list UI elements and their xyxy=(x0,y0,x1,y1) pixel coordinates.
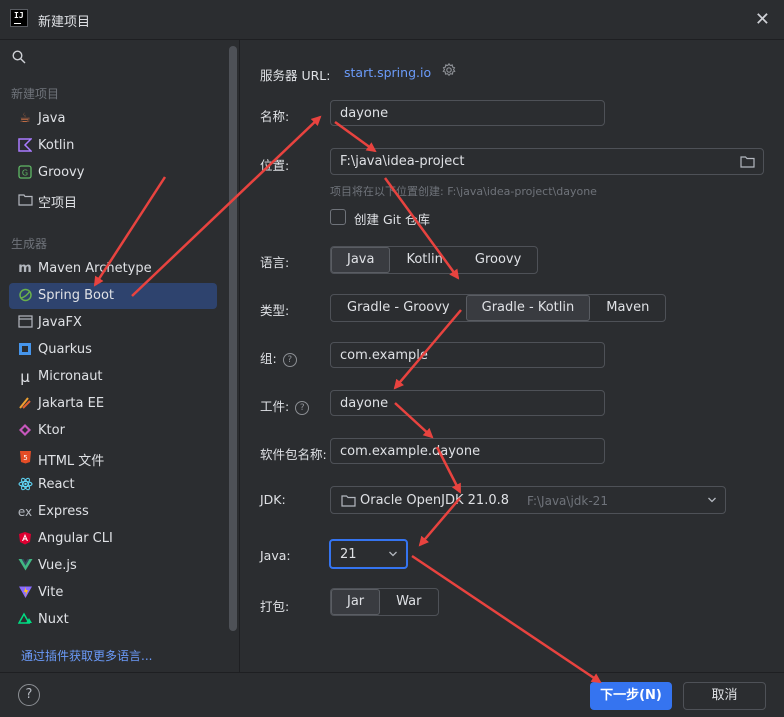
get-more-languages-link[interactable]: 通过插件获取更多语言... xyxy=(21,647,152,664)
location-value: F:\java\idea-project xyxy=(340,154,465,169)
name-input[interactable]: dayone xyxy=(330,100,605,126)
sidebar-item-quarkus[interactable]: Quarkus xyxy=(9,337,217,363)
java-version-value: 21 xyxy=(340,547,357,562)
empty-project-icon xyxy=(17,192,33,208)
location-hint: 项目将在以下位置创建: F:\java\idea-project\dayone xyxy=(330,185,597,198)
quarkus-icon xyxy=(17,342,33,358)
location-input[interactable]: F:\java\idea-project xyxy=(330,148,764,175)
nuxt-icon xyxy=(17,612,33,628)
type-label: 类型: xyxy=(260,303,290,318)
svg-text:5: 5 xyxy=(23,454,27,462)
packaging-segmented: Jar War xyxy=(330,588,439,616)
sidebar-item-vuejs[interactable]: Vue.js xyxy=(9,553,217,579)
sidebar-item-javafx[interactable]: JavaFX xyxy=(9,310,217,336)
search-icon[interactable] xyxy=(12,50,26,64)
sidebar-item-jakarta-ee[interactable]: Jakarta EE xyxy=(9,391,217,417)
sidebar-item-maven-archetype[interactable]: m Maven Archetype xyxy=(9,256,217,282)
intellij-logo-icon: IJ xyxy=(10,9,28,27)
kotlin-icon xyxy=(17,138,33,154)
sidebar: 新建项目 ☕ Java Kotlin G Groovy 空项目 生成器 m Ma… xyxy=(0,40,240,672)
dialog-footer: ? 下一步(N) 取消 xyxy=(0,672,784,717)
spring-icon xyxy=(17,288,33,304)
sidebar-item-angular-cli[interactable]: Angular CLI xyxy=(9,526,217,552)
ktor-icon xyxy=(17,423,33,439)
vue-icon xyxy=(17,558,33,574)
name-label: 名称: xyxy=(260,109,290,124)
close-icon[interactable]: ✕ xyxy=(755,9,770,30)
sidebar-item-kotlin[interactable]: Kotlin xyxy=(9,133,217,159)
react-icon xyxy=(17,477,33,493)
help-button[interactable]: ? xyxy=(18,684,40,706)
sidebar-item-micronaut[interactable]: μ Micronaut xyxy=(9,364,217,390)
sidebar-item-express[interactable]: ex Express xyxy=(9,499,217,525)
sidebar-item-empty-project[interactable]: 空项目 xyxy=(9,187,217,213)
java-cup-icon: ☕ xyxy=(19,111,31,126)
vite-icon xyxy=(17,585,33,601)
jakarta-icon xyxy=(17,396,33,412)
jdk-name: Oracle OpenJDK 21.0.8 xyxy=(360,493,510,508)
language-segmented: Java Kotlin Groovy xyxy=(330,246,539,274)
server-url-link[interactable]: start.spring.io xyxy=(344,65,431,80)
window-title: 新建项目 xyxy=(38,15,91,30)
html5-icon: 5 xyxy=(17,450,33,466)
sidebar-item-java[interactable]: ☕ Java xyxy=(9,106,217,132)
package-name-input[interactable]: com.example.dayone xyxy=(330,438,605,464)
section-new-project: 新建项目 xyxy=(11,87,60,101)
chevron-down-icon xyxy=(389,551,397,557)
language-label: 语言: xyxy=(260,255,290,270)
language-option-kotlin[interactable]: Kotlin xyxy=(390,247,458,273)
chevron-down-icon xyxy=(708,497,716,503)
language-option-java[interactable]: Java xyxy=(331,247,391,273)
java-version-label: Java: xyxy=(260,548,291,563)
angular-icon xyxy=(17,531,33,547)
title-bar: IJ 新建项目 ✕ xyxy=(0,0,784,40)
create-git-checkbox[interactable] xyxy=(330,209,346,225)
type-option-gradle-groovy[interactable]: Gradle - Groovy xyxy=(331,295,466,321)
sidebar-item-spring-boot[interactable]: Spring Boot xyxy=(9,283,217,309)
jdk-label: JDK: xyxy=(260,492,286,507)
packaging-option-jar[interactable]: Jar xyxy=(331,589,381,615)
groovy-icon: G xyxy=(17,165,33,181)
artifact-input[interactable]: dayone xyxy=(330,390,605,416)
gear-icon[interactable] xyxy=(442,63,456,77)
sidebar-item-groovy[interactable]: G Groovy xyxy=(9,160,217,186)
packaging-option-war[interactable]: War xyxy=(380,589,437,615)
build-type-segmented: Gradle - Groovy Gradle - Kotlin Maven xyxy=(330,294,667,322)
language-option-groovy[interactable]: Groovy xyxy=(459,247,537,273)
sidebar-item-html[interactable]: 5 HTML 文件 xyxy=(9,445,217,471)
project-settings-form: 服务器 URL: start.spring.io 名称: dayone 位置: … xyxy=(241,40,784,672)
sidebar-scrollbar[interactable] xyxy=(229,46,237,631)
svg-text:G: G xyxy=(22,169,28,178)
cancel-button[interactable]: 取消 xyxy=(683,682,766,710)
location-label: 位置: xyxy=(260,158,290,173)
section-generators: 生成器 xyxy=(11,237,48,251)
next-button[interactable]: 下一步(N) xyxy=(590,682,672,710)
sidebar-item-nuxt[interactable]: Nuxt xyxy=(9,607,217,633)
jdk-select[interactable]: Oracle OpenJDK 21.0.8 F:\Java\jdk-21 xyxy=(330,486,726,514)
server-url-label: 服务器 URL: xyxy=(260,68,331,83)
sidebar-item-vite[interactable]: Vite xyxy=(9,580,217,606)
javafx-icon xyxy=(17,315,33,331)
create-git-label: 创建 Git 仓库 xyxy=(354,212,431,227)
help-icon[interactable]: ? xyxy=(282,353,297,367)
type-option-gradle-kotlin[interactable]: Gradle - Kotlin xyxy=(465,295,591,321)
micronaut-icon: μ xyxy=(20,368,30,386)
artifact-label: 工件:? xyxy=(260,396,310,415)
package-name-label: 软件包名称: xyxy=(260,447,327,462)
group-input[interactable]: com.example xyxy=(330,342,605,368)
sidebar-item-react[interactable]: React xyxy=(9,472,217,498)
jdk-folder-icon xyxy=(341,495,356,507)
group-label: 组:? xyxy=(260,348,297,367)
sidebar-item-ktor[interactable]: Ktor xyxy=(9,418,217,444)
folder-icon[interactable] xyxy=(740,155,755,168)
express-icon: ex xyxy=(17,505,33,519)
jdk-path: F:\Java\jdk-21 xyxy=(527,494,608,508)
packaging-label: 打包: xyxy=(260,599,290,614)
type-option-maven[interactable]: Maven xyxy=(590,295,665,321)
maven-icon: m xyxy=(18,261,32,276)
help-icon[interactable]: ? xyxy=(295,401,310,415)
java-version-select[interactable]: 21 xyxy=(329,539,408,569)
